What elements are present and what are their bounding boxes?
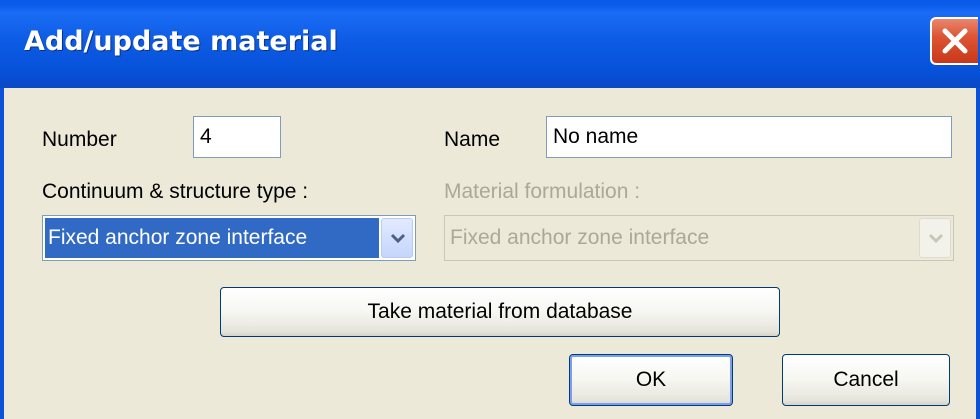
title-bar[interactable]: Add/update material — [0, 0, 980, 88]
ok-button[interactable]: OK — [569, 354, 733, 406]
continuum-structure-type-value: Fixed anchor zone interface — [45, 218, 379, 258]
cancel-button[interactable]: Cancel — [782, 354, 950, 406]
material-formulation-value: Fixed anchor zone interface — [450, 226, 710, 249]
window-title: Add/update material — [24, 26, 338, 57]
add-update-material-dialog: Add/update material Number 4 Name No nam… — [0, 0, 980, 419]
chevron-down-icon — [390, 233, 406, 244]
close-button[interactable] — [930, 17, 978, 65]
number-label: Number — [42, 128, 117, 151]
continuum-dropdown-button[interactable] — [381, 218, 413, 258]
close-icon — [942, 28, 968, 54]
chevron-down-icon — [928, 233, 944, 244]
window-frame-right — [976, 88, 980, 419]
continuum-structure-type-label: Continuum & structure type : — [42, 180, 309, 203]
material-formulation-select: Fixed anchor zone interface — [444, 215, 954, 261]
window-frame-left — [0, 88, 4, 419]
take-material-from-database-button[interactable]: Take material from database — [220, 287, 780, 337]
name-label: Name — [444, 128, 501, 151]
number-input[interactable]: 4 — [193, 116, 281, 158]
material-formulation-label: Material formulation : — [444, 180, 641, 203]
continuum-structure-type-select[interactable]: Fixed anchor zone interface — [42, 215, 416, 261]
name-input[interactable]: No name — [546, 116, 952, 158]
formulation-dropdown-button — [919, 218, 951, 258]
